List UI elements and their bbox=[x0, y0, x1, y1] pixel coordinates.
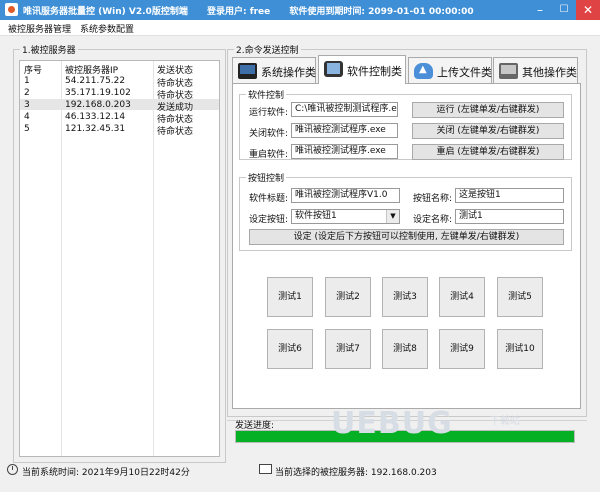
test-button-1[interactable]: 测试1 bbox=[267, 277, 313, 317]
phone-icon bbox=[324, 61, 343, 77]
test-button-10[interactable]: 测试10 bbox=[497, 329, 543, 369]
row-status: 待命状态 bbox=[157, 127, 194, 137]
row-number: 3 bbox=[24, 100, 30, 110]
run-software-label: 运行软件: bbox=[249, 108, 289, 118]
row-ip: 192.168.0.203 bbox=[65, 100, 131, 110]
set-name-input[interactable]: 测试1 bbox=[455, 209, 564, 224]
tab-label: 系统操作类 bbox=[261, 66, 316, 79]
button-name-input[interactable]: 这是按钮1 bbox=[455, 188, 564, 203]
tab-label: 软件控制类 bbox=[347, 65, 402, 78]
test-button-8[interactable]: 测试8 bbox=[382, 329, 428, 369]
table-row[interactable]: 5 121.32.45.31 待命状态 bbox=[20, 123, 219, 137]
row-ip: 54.211.75.22 bbox=[65, 76, 126, 86]
software-title-input[interactable]: 唯讯被控测试程序V1.0 bbox=[291, 188, 400, 203]
tab-software-control[interactable]: 软件控制类 bbox=[318, 55, 406, 84]
set-button-selected: 软件按钮1 bbox=[295, 211, 337, 221]
table-row[interactable]: 2 35.171.19.102 待命状态 bbox=[20, 87, 219, 101]
test-button-7[interactable]: 测试7 bbox=[325, 329, 371, 369]
test-button-9[interactable]: 测试9 bbox=[439, 329, 485, 369]
row-number: 4 bbox=[24, 112, 30, 122]
system-time-status: 当前系统时间: 2021年9月10日22时42分 bbox=[22, 468, 190, 478]
run-software-input[interactable]: C:\唯讯被控制测试程序.exe bbox=[291, 102, 398, 117]
table-row[interactable]: 4 46.133.12.14 待命状态 bbox=[20, 111, 219, 125]
set-name-label: 设定名称: bbox=[413, 215, 453, 225]
login-user-label: 登录用户: free bbox=[206, 7, 271, 17]
tab-label: 其他操作类 bbox=[522, 66, 577, 79]
button-control-title: 按钮控制 bbox=[246, 171, 287, 184]
test-button-2[interactable]: 测试2 bbox=[325, 277, 371, 317]
tab-system-operations[interactable]: 系统操作类 bbox=[232, 57, 316, 84]
row-number: 2 bbox=[24, 88, 30, 98]
server-list[interactable]: 序号 被控服务器IP 发送状态 1 54.211.75.22 待命状态 2 35… bbox=[19, 60, 220, 457]
expiry-label: 软件使用到期时间: 2099-01-01 00:00:00 bbox=[289, 7, 474, 17]
command-group-title: 2.命令发送控制 bbox=[234, 43, 301, 56]
tab-other-operations[interactable]: 其他操作类 bbox=[493, 57, 578, 84]
tab-upload-files[interactable]: 上传文件类 bbox=[408, 57, 492, 84]
software-control-title: 软件控制 bbox=[246, 88, 287, 101]
window-title: 唯讯服务器批量控 (Win) V2.0版控制端 登录用户: free 软件使用到… bbox=[23, 4, 490, 17]
row-number: 5 bbox=[24, 124, 30, 134]
minimize-icon[interactable]: – bbox=[528, 0, 552, 20]
set-button-label: 设定按钮: bbox=[249, 215, 289, 225]
test-button-6[interactable]: 测试6 bbox=[267, 329, 313, 369]
status-bar: 当前系统时间: 2021年9月10日22时42分 当前选择的被控服务器: 192… bbox=[0, 463, 600, 479]
restart-software-input[interactable]: 唯讯被控测试程序.exe bbox=[291, 144, 398, 159]
watermark: UEBUG bbox=[331, 406, 453, 441]
menu-server-management[interactable]: 被控服务器管理 bbox=[8, 22, 71, 35]
test-button-3[interactable]: 测试3 bbox=[382, 277, 428, 317]
run-button[interactable]: 运行 (左键单发/右键群发) bbox=[412, 102, 564, 118]
table-row[interactable]: 1 54.211.75.22 待命状态 bbox=[20, 75, 219, 89]
apply-settings-button[interactable]: 设定 (设定后下方按钮可以控制使用, 左键单发/右键群发) bbox=[249, 229, 564, 245]
title-bar: 唯讯服务器批量控 (Win) V2.0版控制端 登录用户: free 软件使用到… bbox=[0, 0, 600, 20]
maximize-icon[interactable]: ☐ bbox=[552, 0, 576, 20]
list-header: 序号 被控服务器IP 发送状态 bbox=[20, 62, 219, 76]
close-icon[interactable]: ✕ bbox=[576, 0, 600, 20]
app-logo-icon bbox=[5, 3, 18, 16]
row-ip: 46.133.12.14 bbox=[65, 112, 126, 122]
server-group-title: 1.被控服务器 bbox=[20, 43, 78, 56]
close-software-input[interactable]: 唯讯被控测试程序.exe bbox=[291, 123, 398, 138]
app-title: 唯讯服务器批量控 (Win) V2.0版控制端 bbox=[23, 7, 188, 17]
set-button-select[interactable]: 软件按钮1 ▼ bbox=[291, 209, 400, 224]
restart-button[interactable]: 重启 (左键单发/右键群发) bbox=[412, 144, 564, 160]
restart-software-label: 重启软件: bbox=[249, 150, 289, 160]
menu-system-settings[interactable]: 系统参数配置 bbox=[80, 22, 134, 35]
row-ip: 35.171.19.102 bbox=[65, 88, 131, 98]
close-software-label: 关闭软件: bbox=[249, 129, 289, 139]
row-number: 1 bbox=[24, 76, 30, 86]
monitor-icon bbox=[238, 63, 257, 79]
test-button-5[interactable]: 测试5 bbox=[497, 277, 543, 317]
chevron-down-icon[interactable]: ▼ bbox=[386, 210, 399, 223]
selected-server-status: 当前选择的被控服务器: 192.168.0.203 bbox=[275, 468, 437, 478]
test-button-4[interactable]: 测试4 bbox=[439, 277, 485, 317]
clock-icon bbox=[7, 464, 18, 475]
other-operations-icon bbox=[499, 63, 518, 79]
software-title-label: 软件标题: bbox=[249, 194, 289, 204]
table-row-selected[interactable]: 3 192.168.0.203 发送成功 bbox=[20, 99, 219, 113]
watermark-sub: 下载站 bbox=[490, 416, 520, 427]
computer-icon bbox=[259, 464, 272, 474]
row-ip: 121.32.45.31 bbox=[65, 124, 126, 134]
close-button[interactable]: 关闭 (左键单发/右键群发) bbox=[412, 123, 564, 139]
tab-label: 上传文件类 bbox=[437, 66, 492, 79]
button-name-label: 按钮名称: bbox=[413, 194, 453, 204]
menu-bar: 被控服务器管理 系统参数配置 bbox=[0, 20, 600, 36]
cloud-upload-icon bbox=[414, 63, 433, 79]
